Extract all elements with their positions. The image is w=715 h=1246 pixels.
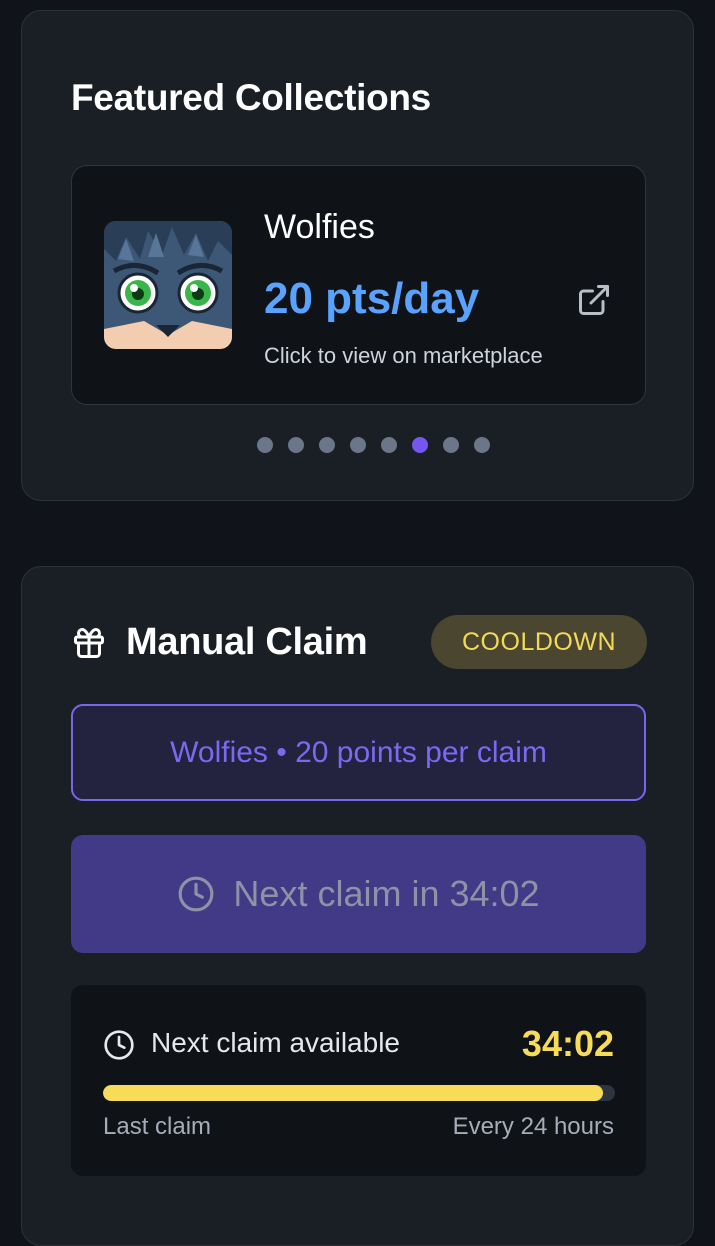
clock-icon (179, 876, 214, 912)
claim-info-box: Wolfies • 20 points per claim (71, 704, 646, 801)
clock-icon (104, 1030, 134, 1060)
collection-name: Wolfies (264, 208, 375, 246)
manual-claim-card: Manual Claim COOLDOWN Wolfies • 20 point… (21, 566, 694, 1246)
last-claim-label: Last claim (103, 1113, 212, 1140)
external-link-icon[interactable] (576, 282, 612, 318)
manual-claim-header: Manual Claim COOLDOWN (71, 615, 647, 671)
claim-button[interactable]: Next claim in 34:02 (71, 835, 646, 953)
gift-icon (74, 628, 104, 658)
featured-collections-title: Featured Collections (71, 77, 431, 118)
carousel-dot-5[interactable] (381, 437, 397, 453)
carousel-pagination (22, 437, 693, 453)
claim-button-label: Next claim in 34:02 (233, 873, 540, 914)
carousel-dot-1[interactable] (257, 437, 273, 453)
carousel-dot-7[interactable] (443, 437, 459, 453)
manual-claim-title: Manual Claim (126, 621, 368, 663)
carousel-dot-8[interactable] (474, 437, 490, 453)
carousel-dot-4[interactable] (350, 437, 366, 453)
next-claim-panel: Next claim available 34:02 Last claim Ev… (71, 985, 646, 1176)
featured-collections-card: Featured Collections Wolfies 20 pts/day … (21, 10, 694, 501)
collection-hint: Click to view on marketplace (264, 343, 543, 368)
collection-tile-wolfies[interactable]: Wolfies 20 pts/day Click to view on mark… (71, 165, 646, 405)
carousel-dot-3[interactable] (319, 437, 335, 453)
carousel-dot-2[interactable] (288, 437, 304, 453)
wolfies-avatar-image (104, 221, 232, 349)
cooldown-progress-fill (103, 1085, 604, 1101)
claim-interval-label: Every 24 hours (452, 1113, 614, 1140)
next-claim-label: Next claim available (151, 1027, 400, 1058)
cooldown-progress-bar (103, 1085, 615, 1101)
carousel-dot-6[interactable] (412, 437, 428, 453)
countdown-value: 34:02 (521, 1023, 614, 1064)
collection-rate: 20 pts/day (264, 274, 480, 323)
status-badge: COOLDOWN (431, 615, 647, 669)
